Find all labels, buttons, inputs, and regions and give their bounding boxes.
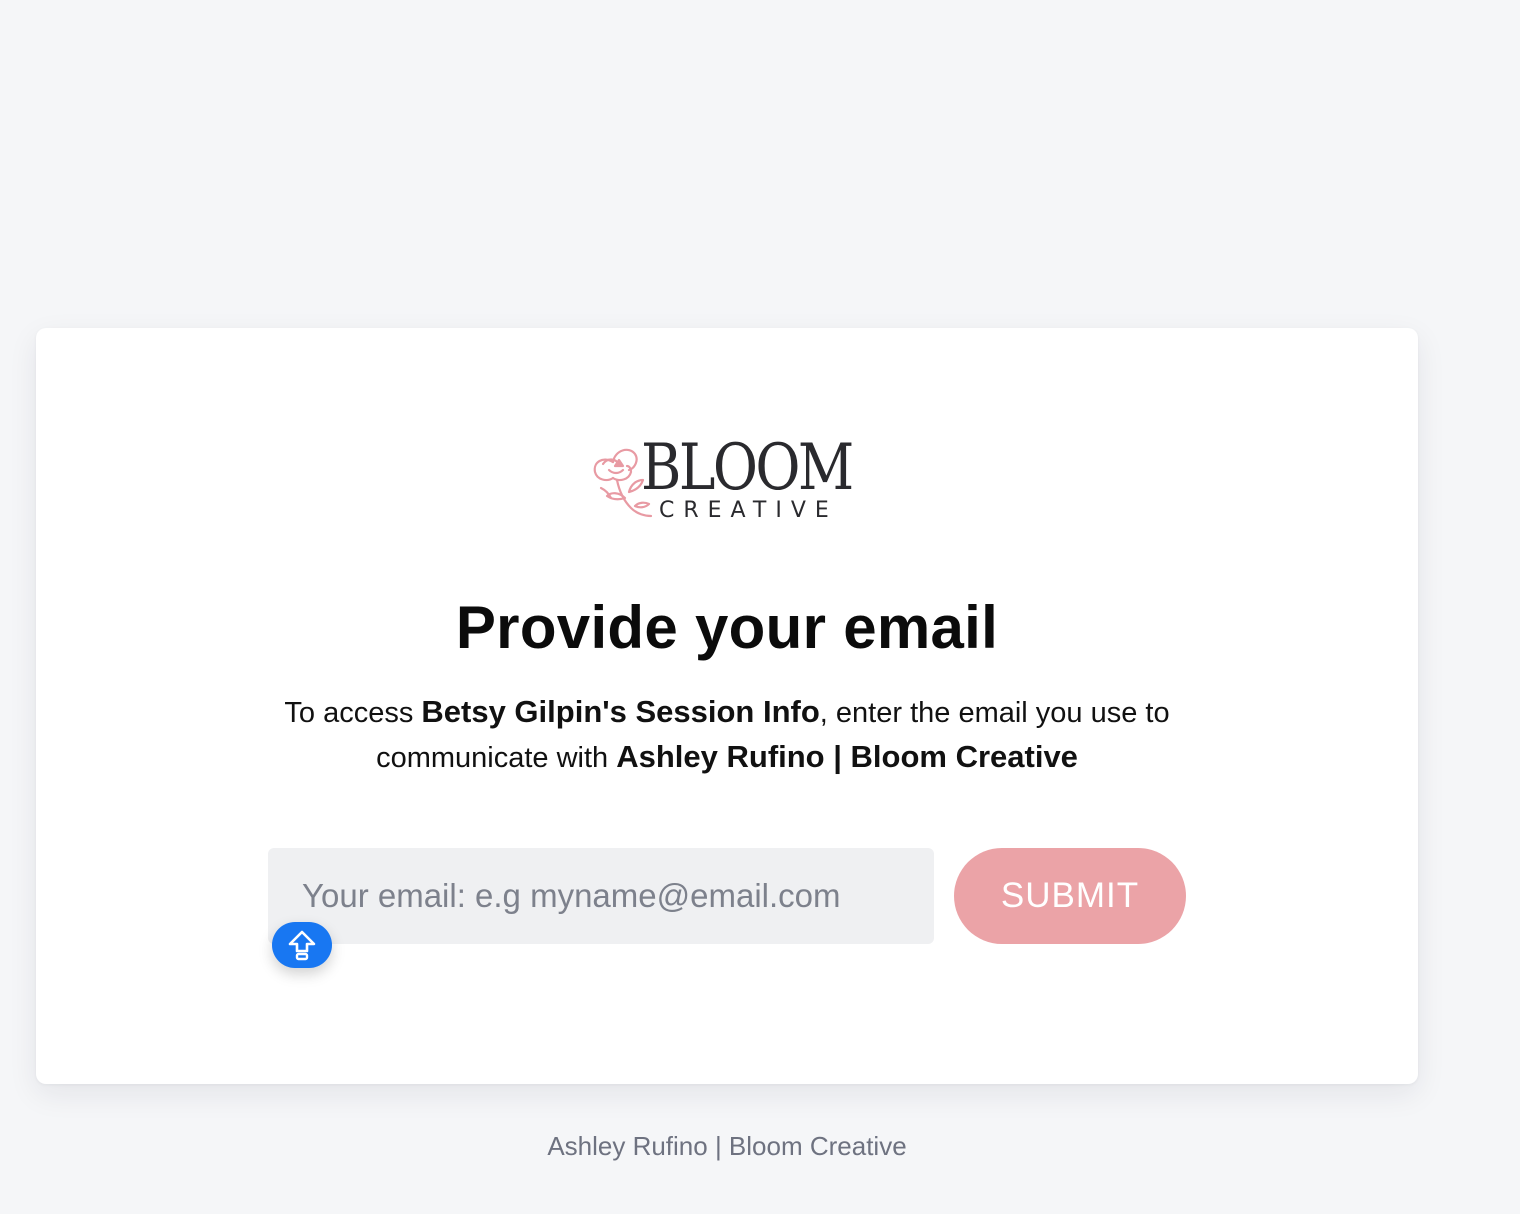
footer-text: Ashley Rufino | Bloom Creative [547, 1131, 907, 1161]
extension-badge[interactable] [272, 922, 332, 968]
email-gate-card: BLOOM CREATIVE Provide your email To acc… [36, 328, 1418, 1084]
logo-subtitle: CREATIVE [659, 498, 838, 523]
email-input[interactable] [268, 848, 934, 944]
email-field-container [268, 848, 934, 944]
up-arrow-icon [288, 930, 316, 961]
brand-logo: BLOOM CREATIVE [589, 432, 869, 528]
owner-name: Ashley Rufino | Bloom Creative [616, 739, 1078, 774]
resource-name: Betsy Gilpin's Session Info [421, 694, 820, 729]
page-title: Provide your email [455, 594, 999, 661]
desc-prefix: To access [284, 697, 422, 729]
submit-button[interactable]: SUBMIT [954, 848, 1186, 944]
logo-wordmark: BLOOM [641, 431, 854, 505]
access-description: To access Betsy Gilpin's Session Info, e… [262, 690, 1192, 780]
